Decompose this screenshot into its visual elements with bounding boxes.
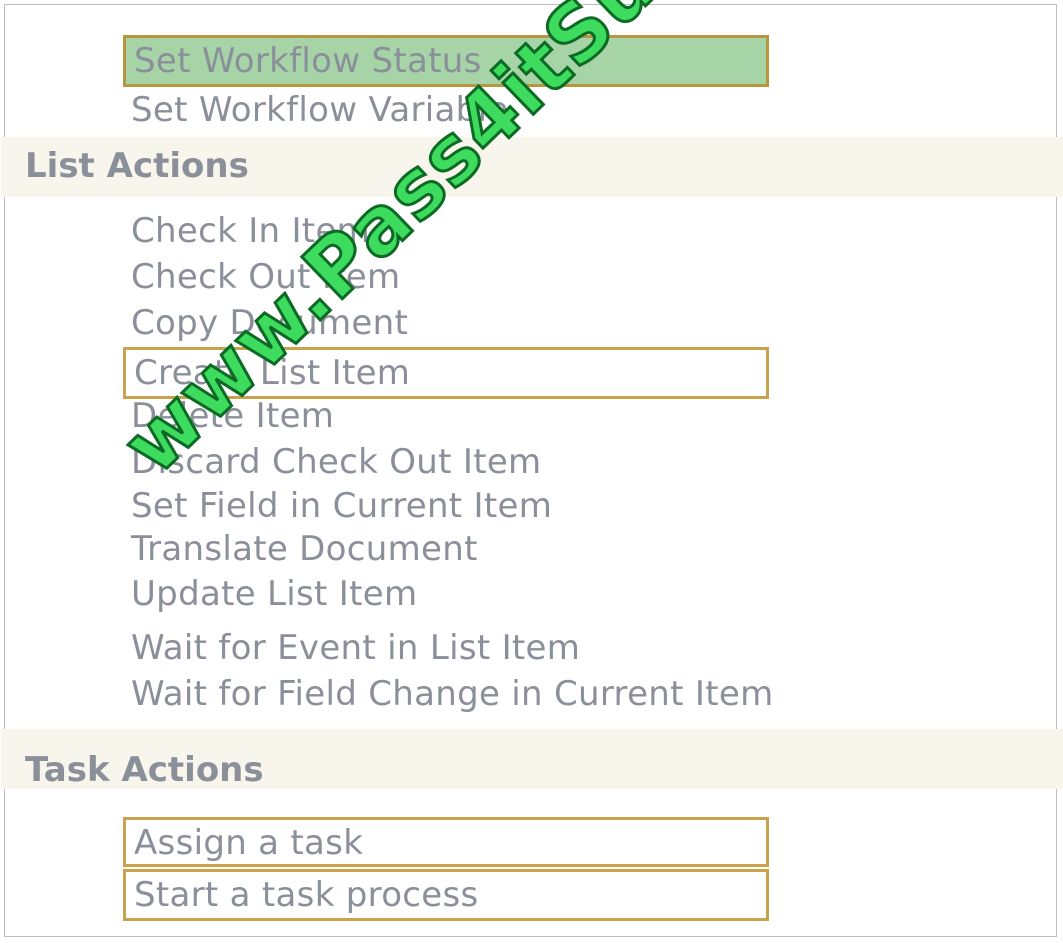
workflow-actions-panel: Set Workflow Status Set Workflow Variabl… [1,0,1063,937]
action-translate-document[interactable]: Translate Document [131,526,478,572]
task-actions-title: Task Actions [25,750,264,790]
action-label: Assign a task [134,823,364,863]
action-wait-for-field-change[interactable]: Wait for Field Change in Current Item [131,671,774,717]
action-set-field-in-current-item[interactable]: Set Field in Current Item [131,483,552,529]
action-wait-for-event-in-list-item[interactable]: Wait for Event in List Item [131,625,580,671]
action-assign-a-task[interactable]: Assign a task [123,817,769,867]
action-create-list-item[interactable]: Create List Item [123,347,769,399]
action-start-a-task-process[interactable]: Start a task process [123,869,769,921]
action-label: Set Workflow Status [134,41,482,81]
action-check-in-item[interactable]: Check In Item [131,208,370,254]
action-update-list-item[interactable]: Update List Item [131,571,417,617]
action-discard-check-out-item[interactable]: Discard Check Out Item [131,439,541,485]
action-delete-item[interactable]: Delete Item [131,393,334,439]
action-label: Create List Item [134,353,411,393]
list-actions-title: List Actions [25,146,249,186]
action-set-workflow-status[interactable]: Set Workflow Status [123,35,769,87]
action-set-workflow-variable[interactable]: Set Workflow Variable [131,87,509,133]
action-copy-document[interactable]: Copy Document [131,300,408,346]
action-check-out-item[interactable]: Check Out Item [131,254,400,300]
action-label: Start a task process [134,875,479,915]
